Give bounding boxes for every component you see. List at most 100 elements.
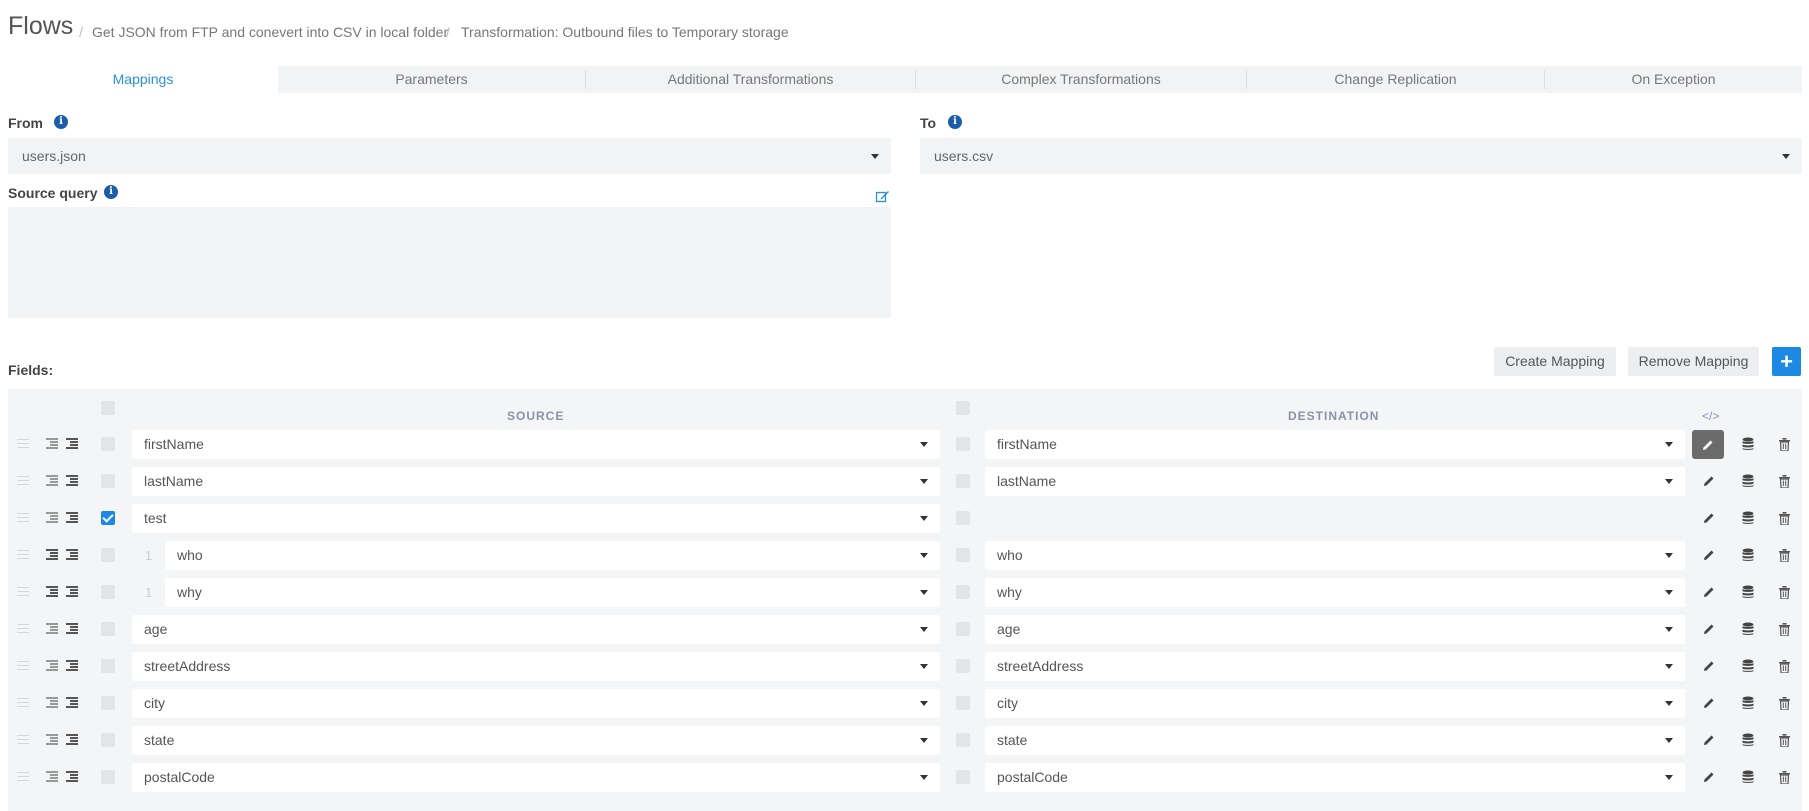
row-destination-checkbox[interactable] <box>956 770 970 784</box>
row-destination-checkbox[interactable] <box>956 659 970 673</box>
source-field-select[interactable]: lastName <box>132 467 940 496</box>
source-field-select[interactable]: firstName <box>132 430 940 459</box>
database-icon[interactable] <box>1739 768 1757 786</box>
drag-handle-icon[interactable] <box>17 661 29 670</box>
destination-field-select[interactable]: city <box>985 689 1685 718</box>
row-destination-checkbox[interactable] <box>956 585 970 599</box>
destination-field-select[interactable]: state <box>985 726 1685 755</box>
row-source-checkbox[interactable] <box>101 659 115 673</box>
drag-handle-icon[interactable] <box>17 513 29 522</box>
edit-pencil-icon[interactable] <box>1700 546 1718 564</box>
outdent-icon[interactable] <box>46 734 60 745</box>
database-icon[interactable] <box>1739 657 1757 675</box>
database-icon[interactable] <box>1739 731 1757 749</box>
trash-icon[interactable] <box>1775 472 1793 490</box>
tab-complex-transformations[interactable]: Complex Transformations <box>916 66 1246 93</box>
drag-handle-icon[interactable] <box>17 476 29 485</box>
tab-parameters[interactable]: Parameters <box>278 66 585 93</box>
indent-icon[interactable] <box>66 438 80 449</box>
drag-handle-icon[interactable] <box>17 439 29 448</box>
destination-field-select[interactable]: lastName <box>985 467 1685 496</box>
source-field-select[interactable]: state <box>132 726 940 755</box>
row-destination-checkbox[interactable] <box>956 437 970 451</box>
drag-handle-icon[interactable] <box>17 698 29 707</box>
drag-handle-icon[interactable] <box>17 550 29 559</box>
tab-change-replication[interactable]: Change Replication <box>1247 66 1544 93</box>
trash-icon[interactable] <box>1775 620 1793 638</box>
outdent-icon[interactable] <box>46 586 60 597</box>
to-select[interactable]: users.csv <box>920 138 1802 174</box>
drag-handle-icon[interactable] <box>17 587 29 596</box>
destination-field-select[interactable]: firstName <box>985 430 1685 459</box>
outdent-icon[interactable] <box>46 512 60 523</box>
database-icon[interactable] <box>1739 583 1757 601</box>
edit-pencil-icon[interactable] <box>1692 430 1724 459</box>
add-field-button[interactable]: + <box>1772 347 1801 376</box>
from-select[interactable]: users.json <box>8 138 891 174</box>
edit-external-icon[interactable] <box>875 189 890 204</box>
source-field-select[interactable]: why <box>165 578 940 607</box>
remove-mapping-button[interactable]: Remove Mapping <box>1628 347 1759 376</box>
database-icon[interactable] <box>1739 694 1757 712</box>
edit-pencil-icon[interactable] <box>1700 509 1718 527</box>
edit-pencil-icon[interactable] <box>1700 657 1718 675</box>
tab-additional-transformations[interactable]: Additional Transformations <box>586 66 915 93</box>
database-icon[interactable] <box>1739 546 1757 564</box>
edit-pencil-icon[interactable] <box>1700 583 1718 601</box>
row-destination-checkbox[interactable] <box>956 622 970 636</box>
row-source-checkbox[interactable] <box>101 733 115 747</box>
row-source-checkbox[interactable] <box>101 585 115 599</box>
breadcrumb-flow[interactable]: Get JSON from FTP and conevert into CSV … <box>92 24 448 40</box>
outdent-icon[interactable] <box>46 475 60 486</box>
outdent-icon[interactable] <box>46 660 60 671</box>
trash-icon[interactable] <box>1775 435 1793 453</box>
row-destination-checkbox[interactable] <box>956 548 970 562</box>
tab-mappings[interactable]: Mappings <box>8 66 278 93</box>
row-destination-checkbox[interactable] <box>956 511 970 525</box>
row-source-checkbox[interactable] <box>101 548 115 562</box>
edit-pencil-icon[interactable] <box>1700 472 1718 490</box>
indent-icon[interactable] <box>66 512 80 523</box>
indent-icon[interactable] <box>66 697 80 708</box>
drag-handle-icon[interactable] <box>17 735 29 744</box>
indent-icon[interactable] <box>66 475 80 486</box>
drag-handle-icon[interactable] <box>17 772 29 781</box>
source-field-select[interactable]: age <box>132 615 940 644</box>
indent-icon[interactable] <box>66 660 80 671</box>
source-query-editor[interactable] <box>8 207 891 318</box>
row-destination-checkbox[interactable] <box>956 696 970 710</box>
outdent-icon[interactable] <box>46 549 60 560</box>
destination-field-select[interactable]: streetAddress <box>985 652 1685 681</box>
trash-icon[interactable] <box>1775 583 1793 601</box>
tab-on-exception[interactable]: On Exception <box>1545 66 1802 93</box>
row-source-checkbox[interactable] <box>101 511 115 525</box>
source-field-select[interactable]: city <box>132 689 940 718</box>
select-all-destination-checkbox[interactable] <box>956 401 970 415</box>
database-icon[interactable] <box>1739 472 1757 490</box>
source-field-select[interactable]: who <box>165 541 940 570</box>
info-icon[interactable]: i <box>54 115 68 129</box>
edit-pencil-icon[interactable] <box>1700 620 1718 638</box>
destination-field-select[interactable]: who <box>985 541 1685 570</box>
trash-icon[interactable] <box>1775 509 1793 527</box>
database-icon[interactable] <box>1739 620 1757 638</box>
outdent-icon[interactable] <box>46 623 60 634</box>
create-mapping-button[interactable]: Create Mapping <box>1494 347 1616 376</box>
outdent-icon[interactable] <box>46 771 60 782</box>
database-icon[interactable] <box>1739 435 1757 453</box>
indent-icon[interactable] <box>66 771 80 782</box>
breadcrumb-transformation[interactable]: Transformation: Outbound files to Tempor… <box>461 24 789 40</box>
indent-icon[interactable] <box>66 623 80 634</box>
destination-field-select[interactable]: postalCode <box>985 763 1685 792</box>
indent-icon[interactable] <box>66 549 80 560</box>
row-destination-checkbox[interactable] <box>956 474 970 488</box>
code-view-icon[interactable]: </> <box>1702 409 1719 423</box>
trash-icon[interactable] <box>1775 657 1793 675</box>
indent-icon[interactable] <box>66 734 80 745</box>
drag-handle-icon[interactable] <box>17 624 29 633</box>
trash-icon[interactable] <box>1775 694 1793 712</box>
row-source-checkbox[interactable] <box>101 474 115 488</box>
select-all-source-checkbox[interactable] <box>101 401 115 415</box>
trash-icon[interactable] <box>1775 546 1793 564</box>
source-field-select[interactable]: postalCode <box>132 763 940 792</box>
